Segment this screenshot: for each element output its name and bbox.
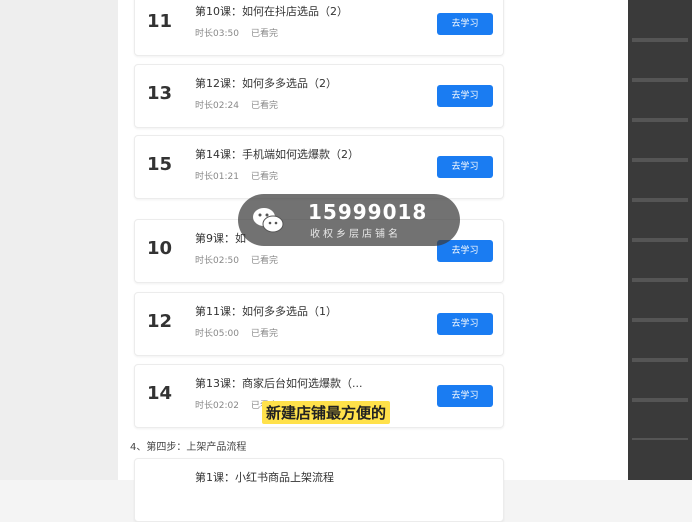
lesson-title: 第14课：手机端如何选爆款（2）	[195, 148, 359, 161]
lesson-meta: 时长02:50 已看完	[195, 253, 290, 266]
lesson-number: 10	[147, 238, 173, 259]
lesson-status: 已看完	[250, 329, 278, 339]
lesson-card[interactable]: 15 第14课：手机端如何选爆款（2） 时长01:21 已看完 去学习	[134, 135, 504, 199]
wechat-number: 15999018	[308, 200, 428, 224]
lesson-meta: 时长05:00 已看完	[195, 326, 290, 339]
lesson-title: 第10课：如何在抖店选品（2）	[195, 5, 348, 18]
lesson-number: 12	[147, 311, 173, 332]
lesson-status: 已看完	[250, 172, 278, 182]
lesson-meta: 时长03:50 已看完	[195, 26, 290, 39]
lesson-duration: 时长03:50	[195, 29, 239, 39]
lesson-status: 已看完	[250, 29, 278, 39]
lesson-status: 已看完	[250, 101, 278, 111]
study-button[interactable]: 去学习	[437, 385, 493, 407]
right-panel	[628, 0, 692, 480]
lesson-duration: 时长05:00	[195, 329, 239, 339]
lesson-title: 第11课：如何多多选品（1）	[195, 305, 337, 318]
lesson-title: 第13课：商家后台如何选爆款（...	[195, 377, 363, 390]
lesson-card[interactable]: 13 第12课：如何多多选品（2） 时长02:24 已看完 去学习	[134, 64, 504, 128]
study-button[interactable]: 去学习	[437, 156, 493, 178]
study-button[interactable]: 去学习	[437, 313, 493, 335]
lesson-card[interactable]: 12 第11课：如何多多选品（1） 时长05:00 已看完 去学习	[134, 292, 504, 356]
lesson-card[interactable]: 第1课：小红书商品上架流程	[134, 458, 504, 522]
wechat-icon	[253, 208, 284, 233]
lesson-number: 13	[147, 83, 173, 104]
left-margin	[0, 0, 118, 480]
lesson-meta: 时长02:24 已看完	[195, 98, 290, 111]
lesson-meta: 时长01:21 已看完	[195, 169, 290, 182]
lesson-number: 14	[147, 383, 173, 404]
step-heading: 4、第四步：上架产品流程	[130, 442, 247, 453]
watermark-subtitle: 收权乡层店铺名	[310, 229, 401, 240]
lesson-card[interactable]: 11 第10课：如何在抖店选品（2） 时长03:50 已看完 去学习	[134, 0, 504, 56]
video-caption: 新建店铺最方便的	[262, 401, 391, 424]
lesson-number: 11	[147, 11, 173, 32]
lesson-title: 第9课：如	[195, 232, 246, 245]
lesson-duration: 时长02:02	[195, 401, 239, 411]
lesson-title: 第1课：小红书商品上架流程	[195, 471, 334, 484]
lesson-number: 15	[147, 154, 173, 175]
study-button[interactable]: 去学习	[437, 13, 493, 35]
lesson-title: 第12课：如何多多选品（2）	[195, 77, 337, 90]
lesson-duration: 时长01:21	[195, 172, 239, 182]
lesson-duration: 时长02:50	[195, 256, 239, 266]
lesson-status: 已看完	[250, 256, 278, 266]
study-button[interactable]: 去学习	[437, 85, 493, 107]
wechat-watermark: 15999018 收权乡层店铺名	[238, 194, 460, 246]
lesson-duration: 时长02:24	[195, 101, 239, 111]
